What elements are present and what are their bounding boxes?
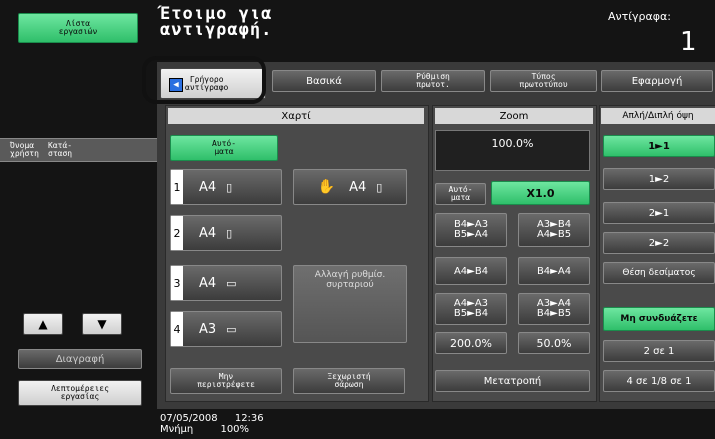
zoom-auto-button[interactable]: Αυτό- ματα [435,183,486,205]
zoom-preset-b4-a4[interactable]: B4►A4 [518,257,590,285]
tab-original-type[interactable]: Τύπος πρωτοτύπου [490,70,597,92]
status-column-label: Κατά- σταση [48,141,73,158]
tray-size: A4 [199,275,217,291]
job-details-button[interactable]: Λεπτομέρειες εργασίας [18,380,142,406]
tray-size: A4 [199,225,217,241]
portrait-icon: ▯ [226,226,233,240]
paper-auto-button[interactable]: Αυτό- ματα [170,135,278,161]
zoom-50-button[interactable]: 50.0% [518,332,590,354]
zoom-200-button[interactable]: 200.0% [435,332,507,354]
zoom-preset-a4-a3[interactable]: A4►A3 B5►B4 [435,293,507,325]
convert-button[interactable]: Μετατροπή [435,370,590,392]
user-name-label: Όνομα χρήστη [10,141,39,158]
tray-number: 4 [171,312,183,346]
memory-label: Μνήμη [160,424,194,435]
duplex-2-2-button[interactable]: 2►2 [603,232,715,254]
arrow-down-icon: ▼ [97,317,107,331]
zoom-preset-b4-a3[interactable]: B4►A3 B5►A4 [435,213,507,247]
landscape-icon: ▭ [226,276,237,290]
tray-number: 3 [171,266,183,300]
memory-value: 100% [220,424,250,435]
portrait-icon: ▯ [226,180,233,194]
status-line-2: αντιγραφή. [160,20,273,40]
arrow-up-icon: ▲ [38,317,48,331]
delete-button[interactable]: Διαγραφή [18,349,142,369]
footer-bar [0,409,715,439]
copies-count: 1 [680,27,697,57]
zoom-x1-button[interactable]: X1.0 [491,181,590,205]
duplex-1-2-button[interactable]: 1►2 [603,168,715,190]
zoom-value-display: 100.0% [435,130,590,171]
tray-3-button[interactable]: 3 A4 ▭ [170,265,282,301]
tab-basic[interactable]: Βασικά [272,70,376,92]
tray-size: A3 [199,321,217,337]
scroll-up-button[interactable]: ▲ [23,313,63,335]
tray-1-button[interactable]: 1 A4 ▯ [170,169,282,205]
bypass-size: A4 [349,179,367,195]
tray-number: 2 [171,216,183,250]
bypass-tray-button[interactable]: ✋ A4 ▯ [293,169,407,205]
highlight-circle [142,56,266,104]
landscape-icon: ▭ [226,322,237,336]
zoom-preset-a3-a4[interactable]: A3►A4 B4►B5 [518,293,590,325]
zoom-preset-a4-b4[interactable]: A4►B4 [435,257,507,285]
duplex-1-1-button[interactable]: 1►1 [603,135,715,157]
tab-original-settings[interactable]: Ρύθμιση πρωτοτ. [381,70,485,92]
footer-date: 07/05/2008 [160,413,218,424]
tray-4-button[interactable]: 4 A3 ▭ [170,311,282,347]
job-list-button[interactable]: Λίστα εργασιών [18,13,138,43]
footer-time: 12:36 [234,413,264,424]
no-combine-button[interactable]: Μη συνδυάζετε [603,307,715,331]
scroll-down-button[interactable]: ▼ [82,313,122,335]
no-rotate-button[interactable]: Μην περιστρέφετε [170,368,282,394]
tab-application[interactable]: Εφαρμογή [601,70,713,92]
separate-scan-button[interactable]: Ξεχωριστή σάρωση [293,368,405,394]
zoom-preset-a3-b4[interactable]: A3►B4 A4►B5 [518,213,590,247]
combine-2in1-button[interactable]: 2 σε 1 [603,340,715,362]
combine-4in1-button[interactable]: 4 σε 1/8 σε 1 [603,370,715,392]
duplex-2-1-button[interactable]: 2►1 [603,202,715,224]
binding-position-button[interactable]: Θέση δεσίματος [603,262,715,284]
duplex-header: Απλή/Διπλή όψη [601,108,715,124]
tray-number: 1 [171,170,183,204]
zoom-header: Zoom [435,108,593,124]
status-message: Έτοιμο για αντιγραφή. [160,6,400,40]
hand-icon: ✋ [317,179,336,195]
tray-2-button[interactable]: 2 A4 ▯ [170,215,282,251]
tray-size: A4 [199,179,217,195]
footer-datetime: 07/05/2008 12:36 Μνήμη 100% [160,413,264,435]
change-tray-settings-button[interactable]: Αλλαγή ρυθμίσ. συρταριού [293,265,407,343]
copies-label: Αντίγραφα: [608,10,671,23]
portrait-icon: ▯ [376,180,383,194]
paper-header: Χαρτί [168,108,424,124]
